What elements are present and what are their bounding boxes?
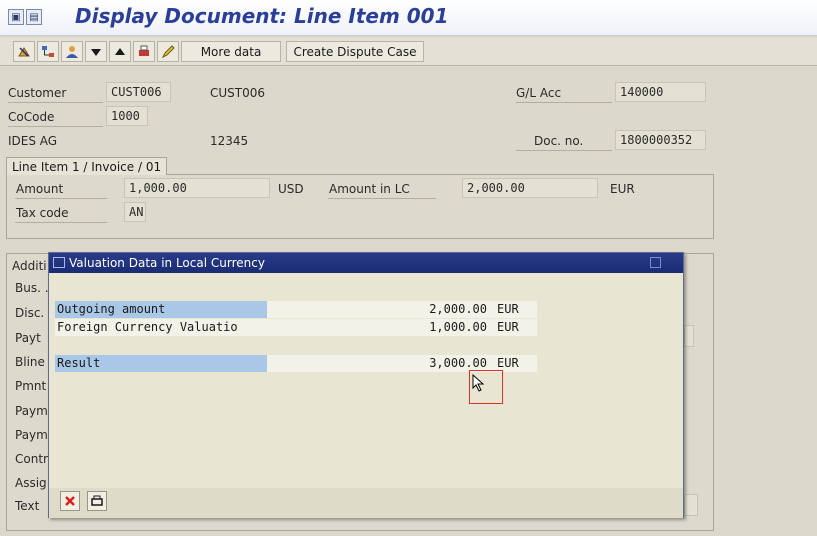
row-amount: 1,000.00 [429,320,487,334]
company-city-code: 12345 [210,134,249,148]
valuation-dialog: Valuation Data in Local Currency Outgoin… [48,252,684,518]
additional-data-tab: Additi [12,259,47,273]
display-change-icon[interactable] [13,41,35,62]
row-amount: 3,000.00 [429,356,487,370]
tax-code-label: Tax code [16,206,69,220]
gl-account-label: G/L Acc [516,86,562,100]
discount-label: Disc. [15,306,45,320]
hierarchy-icon[interactable] [37,41,59,62]
dialog-title-bar: Valuation Data in Local Currency [49,253,683,273]
document-number-underline [516,150,612,151]
amount-local-currency: EUR [610,182,635,196]
payment-terms-label: Payt [15,331,41,345]
pencil-icon[interactable] [157,41,179,62]
next-item-icon[interactable] [85,41,107,62]
company-code-field[interactable]: 1000 [106,106,148,126]
row-label: Foreign Currency Valuatio [55,319,267,336]
gl-account-field[interactable]: 140000 [615,82,706,102]
amount-local-field[interactable]: 2,000.00 [462,178,598,198]
row-label: Outgoing amount [55,301,267,318]
customer-icon[interactable] [61,41,83,62]
previous-item-icon[interactable] [109,41,131,62]
title-bar: ▣ ▤ Display Document: Line Item 001 [0,0,817,36]
row-currency: EUR [497,356,519,370]
create-dispute-case-button[interactable]: Create Dispute Case [286,41,424,62]
dialog-close-icon[interactable] [650,257,661,268]
document-number-field[interactable]: 1800000352 [615,130,706,150]
row-currency: EUR [497,320,519,334]
cancel-button[interactable] [60,491,80,511]
printer-icon [91,495,103,506]
company-name: IDES AG [8,134,58,148]
tax-code-underline [15,222,107,223]
print-icon[interactable] [133,41,155,62]
amount-local-label: Amount in LC [329,182,410,196]
amount-label: Amount [16,182,64,196]
cancel-x-icon [65,496,75,506]
amount-underline [15,198,107,199]
dialog-footer [49,488,683,518]
print-button[interactable] [87,491,107,511]
payment-terms-field-edge[interactable] [684,325,694,347]
company-code-underline [8,126,103,127]
customer-label: Customer [8,86,67,100]
amount-currency: USD [278,182,304,196]
more-data-button[interactable]: More data [181,41,281,62]
customer-field[interactable]: CUST006 [106,82,171,102]
payment-ref-label: Paym [15,428,48,442]
gl-account-underline [516,102,612,103]
page-title: Display Document: Line Item 001 [75,4,449,28]
row-amount: 2,000.00 [429,302,487,316]
tax-code-field[interactable]: AN [124,202,146,222]
contract-label: Contr [15,452,48,466]
row-label: Result [55,355,267,372]
document-number-label: Doc. no. [534,134,584,148]
title-icons: ▣ ▤ [8,9,42,25]
system-menu-icon[interactable]: ▣ [8,9,24,25]
baseline-date-label: Bline [15,355,45,369]
payment-block-label: Pmnt [15,379,47,393]
dialog-window-icon [53,257,65,268]
mouse-cursor-icon [472,374,485,392]
customer-label-underline [8,102,103,103]
amount-field[interactable]: 1,000.00 [124,178,270,198]
customer-name: CUST006 [210,86,266,100]
payment-method-label: Paym [15,404,48,418]
text-label: Text [15,499,40,513]
row-currency: EUR [497,302,519,316]
text-field-edge[interactable] [684,494,698,516]
line-item-tab: Line Item 1 / Invoice / 01 [6,157,168,175]
company-code-label: CoCode [8,110,55,124]
application-toolbar: More data Create Dispute Case [0,38,817,66]
document-icon[interactable]: ▤ [26,9,42,25]
assignment-label: Assig [15,476,47,490]
amount-local-underline [328,198,436,199]
dialog-title: Valuation Data in Local Currency [69,256,265,270]
cursor-highlight [469,370,503,404]
